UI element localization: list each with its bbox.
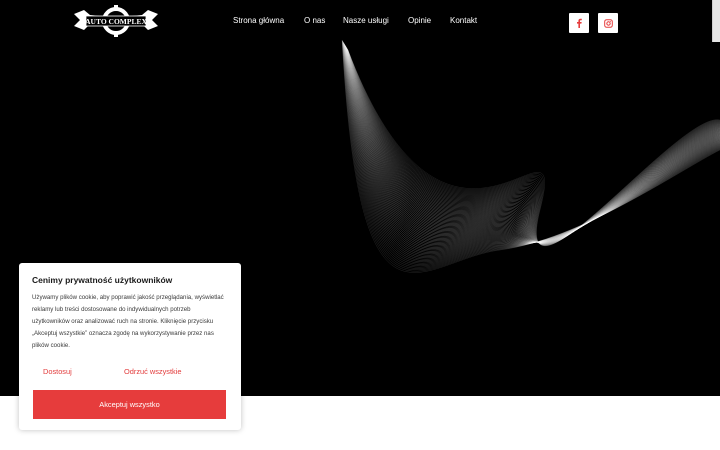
nav-item-about[interactable]: O nas [304, 15, 325, 27]
wave-line [343, 43, 720, 244]
wave-line [346, 47, 720, 244]
wave-line [344, 45, 720, 243]
cookie-title: Cenimy prywatność użytkowników [32, 275, 173, 285]
wave-line [345, 45, 720, 243]
nav-item-home[interactable]: Strona główna [233, 15, 284, 27]
reject-all-button[interactable]: Odrzuć wszystkie [124, 367, 182, 376]
wave-line [345, 46, 720, 244]
wave-line [345, 46, 720, 244]
wave-line [344, 44, 720, 243]
instagram-icon [603, 18, 613, 28]
wave-line [345, 46, 720, 244]
wave-line [344, 44, 720, 243]
page: AUTO COMPLEX Strona główna O nas Nasze u… [0, 0, 720, 450]
cookie-secondary-actions: Dostosuj Odrzuć wszystkie [33, 367, 227, 381]
customize-button[interactable]: Dostosuj [43, 367, 72, 376]
instagram-button[interactable] [598, 13, 618, 33]
nav-item-contact[interactable]: Kontakt [450, 15, 477, 27]
wave-line [346, 48, 720, 245]
facebook-button[interactable] [569, 13, 589, 33]
nav-item-services[interactable]: Nasze usługi [343, 15, 389, 27]
accept-all-button[interactable]: Akceptuj wszystko [33, 390, 226, 419]
site-header: AUTO COMPLEX Strona główna O nas Nasze u… [0, 0, 720, 42]
wave-line [346, 48, 720, 245]
cookie-description: Używamy plików cookie, aby poprawić jako… [32, 294, 224, 349]
wave-line [344, 45, 720, 243]
cookie-consent-dialog: Cenimy prywatność użytkowników Używamy p… [19, 263, 241, 430]
nav-item-reviews[interactable]: Opinie [408, 15, 431, 27]
wave-line [346, 48, 720, 245]
facebook-icon [577, 18, 582, 28]
